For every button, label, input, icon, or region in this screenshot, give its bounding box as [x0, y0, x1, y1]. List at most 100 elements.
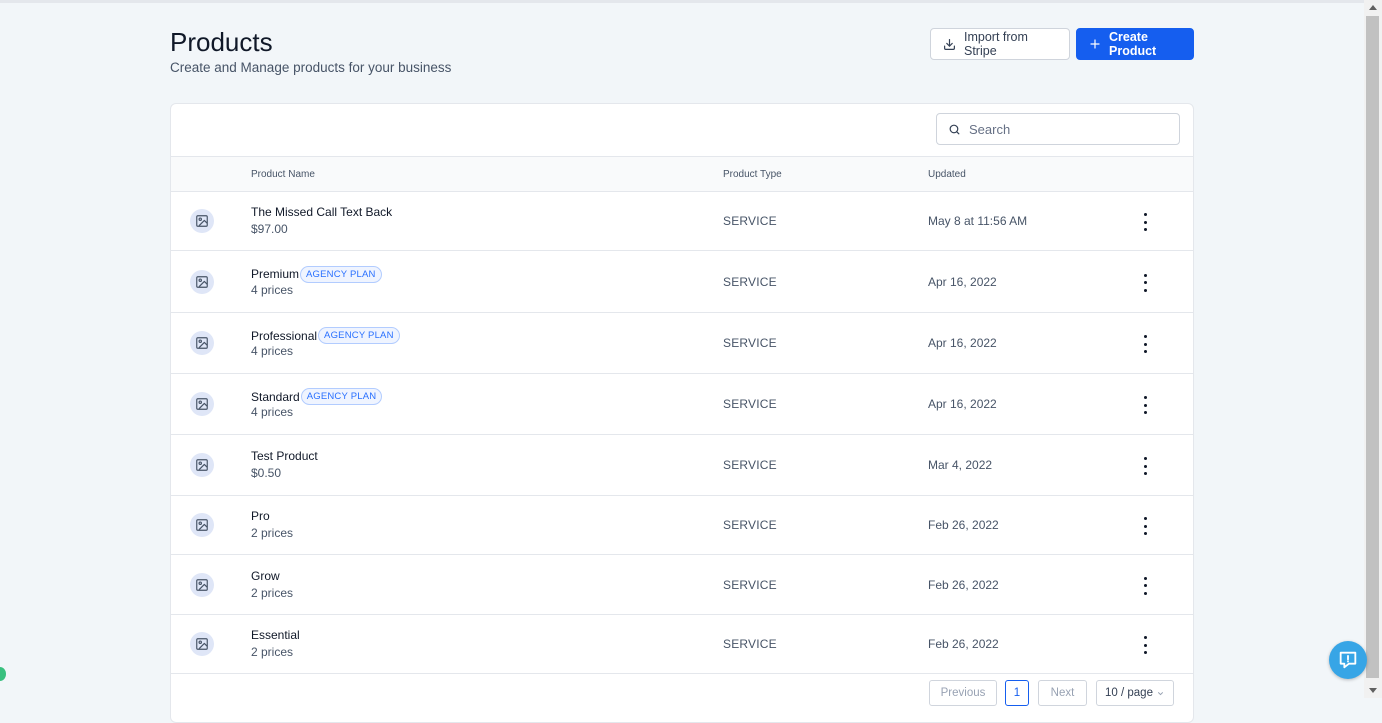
product-price-info: 4 prices: [251, 344, 294, 358]
product-name-cell[interactable]: Professional AGENCY PLAN: [251, 327, 400, 344]
scrollbar-thumb[interactable]: [1366, 16, 1379, 678]
import-button-label: Import from Stripe: [964, 30, 1028, 58]
page-size-select[interactable]: 10 / page: [1096, 680, 1174, 706]
status-indicator: [0, 667, 6, 681]
image-icon: [196, 337, 208, 349]
search-icon: [949, 124, 960, 134]
product-thumbnail: [190, 392, 214, 416]
agency-plan-badge: AGENCY PLAN: [318, 327, 400, 344]
product-name-cell[interactable]: The Missed Call Text Back: [251, 205, 392, 219]
product-name-cell[interactable]: Test Product: [251, 449, 318, 463]
table-row[interactable]: Test Product $0.50 SERVICE Mar 4, 2022: [171, 435, 1193, 496]
chevron-down-icon: [1157, 691, 1164, 695]
image-icon: [196, 459, 208, 471]
image-icon: [196, 275, 208, 288]
more-vertical-icon: [1143, 457, 1147, 460]
table-row[interactable]: Essential 2 prices SERVICE Feb 26, 2022: [171, 615, 1193, 674]
more-vertical-icon: [1143, 335, 1147, 338]
table-header: Product Name Product Type Updated: [171, 157, 1193, 192]
image-icon: [196, 638, 208, 650]
more-vertical-icon: [1143, 591, 1147, 595]
previous-page-button[interactable]: Previous: [929, 680, 997, 706]
more-vertical-icon: [1143, 220, 1147, 224]
row-actions-button[interactable]: [1138, 273, 1152, 292]
product-updated: Feb 26, 2022: [928, 518, 999, 532]
table-row[interactable]: Grow 2 prices SERVICE Feb 26, 2022: [171, 555, 1193, 615]
more-vertical-icon: [1143, 228, 1147, 231]
row-actions-button[interactable]: [1138, 335, 1152, 353]
product-name: Test Product: [251, 449, 318, 463]
more-vertical-icon: [1143, 524, 1147, 528]
product-price-info: 2 prices: [251, 526, 294, 540]
product-updated: Feb 26, 2022: [928, 637, 999, 651]
product-name: Pro: [251, 509, 270, 523]
product-type: SERVICE: [723, 458, 777, 472]
column-product-type[interactable]: Product Type: [723, 169, 782, 180]
row-actions-button[interactable]: [1138, 213, 1152, 231]
more-vertical-icon: [1143, 651, 1147, 654]
image-icon: [196, 578, 208, 591]
column-product-name[interactable]: Product Name: [251, 169, 315, 180]
column-updated[interactable]: Updated: [928, 169, 966, 180]
product-updated: Mar 4, 2022: [928, 458, 993, 472]
table-body: The Missed Call Text Back $97.00 SERVICE…: [171, 192, 1193, 674]
product-price-info: 4 prices: [251, 405, 294, 419]
image-icon: [196, 398, 208, 410]
product-type: SERVICE: [723, 274, 777, 289]
import-from-stripe-button[interactable]: Import from Stripe: [930, 28, 1070, 60]
product-name: Essential: [251, 628, 300, 642]
product-name-cell[interactable]: Essential: [251, 628, 300, 642]
more-vertical-icon: [1143, 643, 1147, 647]
table-row[interactable]: Pro 2 prices SERVICE Feb 26, 2022: [171, 496, 1193, 555]
feedback-button[interactable]: [1329, 641, 1367, 679]
product-name: Professional: [251, 328, 318, 343]
product-type: SERVICE: [723, 336, 777, 350]
more-vertical-icon: [1143, 213, 1147, 216]
scroll-down-icon[interactable]: [1369, 688, 1377, 693]
row-actions-button[interactable]: [1138, 457, 1152, 475]
more-vertical-icon: [1143, 396, 1147, 399]
more-vertical-icon: [1143, 273, 1147, 277]
pagination: Previous 1 Next 10 / page: [171, 676, 1193, 716]
page-header: Products Create and Manage products for …: [170, 27, 451, 75]
product-name-cell[interactable]: Standard AGENCY PLAN: [251, 388, 383, 405]
create-product-button[interactable]: Create Product: [1076, 28, 1194, 60]
table-row[interactable]: Premium AGENCY PLAN 4 prices SERVICE Apr…: [171, 251, 1193, 313]
product-thumbnail: [190, 453, 214, 477]
table-row[interactable]: Standard AGENCY PLAN 4 prices SERVICE Ap…: [171, 374, 1193, 435]
product-updated: Apr 16, 2022: [928, 397, 997, 411]
product-thumbnail: [190, 209, 214, 233]
more-vertical-icon: [1143, 472, 1147, 475]
row-actions-button[interactable]: [1138, 396, 1152, 414]
more-vertical-icon: [1143, 532, 1147, 535]
image-icon: [196, 215, 208, 227]
product-type: SERVICE: [723, 214, 777, 228]
scroll-up-icon[interactable]: [1369, 5, 1377, 10]
row-actions-button[interactable]: [1138, 576, 1152, 595]
product-name: The Missed Call Text Back: [251, 205, 393, 219]
image-icon: [196, 519, 208, 531]
table-row[interactable]: Professional AGENCY PLAN 4 prices SERVIC…: [171, 313, 1193, 374]
search-box[interactable]: [936, 113, 1180, 145]
product-name-cell[interactable]: Premium AGENCY PLAN: [251, 265, 382, 283]
row-actions-button[interactable]: [1138, 517, 1152, 535]
product-thumbnail: [190, 632, 214, 656]
product-type: SERVICE: [723, 397, 777, 411]
product-price-info: 4 prices: [251, 282, 294, 297]
product-name-cell[interactable]: Pro: [251, 509, 270, 523]
more-vertical-icon: [1143, 584, 1147, 587]
product-name-cell[interactable]: Grow: [251, 569, 280, 583]
more-vertical-icon: [1143, 517, 1147, 520]
create-button-label: Create Product: [1109, 30, 1157, 58]
product-thumbnail: [190, 269, 214, 294]
product-thumbnail: [190, 513, 214, 537]
row-actions-button[interactable]: [1138, 636, 1152, 654]
page-1-button[interactable]: 1: [1005, 680, 1029, 706]
more-vertical-icon: [1143, 403, 1147, 407]
search-input[interactable]: [967, 120, 1171, 138]
next-page-button[interactable]: Next: [1038, 680, 1087, 706]
product-price-info: $0.50: [251, 466, 282, 480]
page-title: Products: [170, 27, 273, 57]
page-scrollbar[interactable]: [1364, 0, 1382, 698]
table-row[interactable]: The Missed Call Text Back $97.00 SERVICE…: [171, 192, 1193, 251]
